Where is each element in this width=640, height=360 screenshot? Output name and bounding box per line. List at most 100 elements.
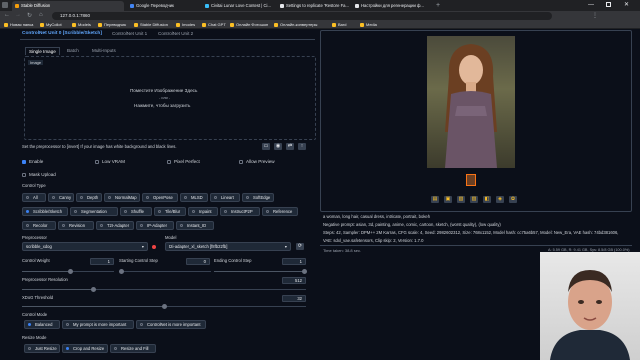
refresh-models-icon[interactable]: ⟳ [296,243,304,250]
bookmark-item[interactable]: Stable Diffusion [134,22,168,28]
preprocessor-select[interactable]: scribble_xdog ▾ [22,242,148,251]
generated-image[interactable] [427,36,515,168]
control-type-tile-blur[interactable]: Tile/Blur [154,207,186,216]
control-weight-slider[interactable] [22,269,114,274]
control-type-mlsd[interactable]: MLSD [180,193,208,202]
tab-multi-inputs[interactable]: Multi-Inputs [92,48,116,53]
forward-icon[interactable]: → [15,12,21,18]
run-preprocessor-icon[interactable] [152,245,156,249]
bookmark-item[interactable]: Переводчик [98,22,126,28]
back-icon[interactable]: ← [4,12,10,18]
slider-knob[interactable] [68,269,73,274]
bookmark-item[interactable]: Chat GPT [202,22,226,28]
control-mode-prompt[interactable]: My prompt is more important [62,320,134,329]
browser-tab-4[interactable]: Settings to replicate 'Restore Fa... [277,1,349,11]
send-to-img2img-icon[interactable]: ▨ [470,196,478,203]
control-type-softedge[interactable]: SoftEdge [242,193,274,202]
control-type-canny[interactable]: Canny [48,193,74,202]
thumbnail-image[interactable] [466,174,476,186]
minimize-icon[interactable]: — [588,1,594,10]
model-select[interactable]: t2i-adapter_xl_sketch [f8fb22fb] ▾ [165,242,291,251]
window-menu-icon[interactable] [2,2,8,8]
slider-knob[interactable] [302,269,307,274]
resize-mode-text: Crop and Resize [73,346,105,351]
save-icon[interactable]: ▣ [444,196,452,203]
control-mode-controlnet[interactable]: ControlNet is more important [136,320,206,329]
tab-controlnet-unit-2[interactable]: ControlNet Unit 2 [158,31,193,36]
control-type-lineart[interactable]: Lineart [210,193,240,202]
new-canvas-icon[interactable]: ▭ [262,143,270,150]
xdog-threshold-input[interactable]: 32 [282,295,306,302]
slider-knob[interactable] [119,269,124,274]
tab-batch[interactable]: Batch [67,48,79,53]
bookmark-item[interactable]: Онлайн-конвертеры [274,22,317,28]
bookmark-item[interactable]: Media [360,22,377,28]
control-weight-input[interactable]: 1 [90,258,114,265]
maximize-icon[interactable] [606,2,611,7]
control-type-instructp2p[interactable]: InstructP2P [220,207,260,216]
close-icon[interactable]: ✕ [624,1,629,10]
control-type-inpaint[interactable]: Inpaint [188,207,218,216]
tab-single-image[interactable]: Single Image [25,47,60,55]
browser-tab-1[interactable]: Stable Diffusion [12,1,124,11]
browser-tab-5[interactable]: Настройки для регенерации ф... [352,1,432,11]
starting-step-slider[interactable] [119,269,211,274]
camera-icon[interactable]: ◉ [274,143,282,150]
output-negative-prompt: Negative prompt: asian, 3d, painting, an… [323,222,501,227]
new-tab-icon[interactable]: + [436,1,440,10]
zip-icon[interactable]: ▧ [457,196,465,203]
radio-icon [74,210,77,213]
extensions-icon[interactable]: ⋮ [592,12,598,19]
control-type-revision[interactable]: Revision [58,221,94,230]
control-type-ip-adapter[interactable]: IP-Adapter [136,221,174,230]
ending-step-slider[interactable] [214,269,307,274]
resize-mode-just-resize[interactable]: Just Resize [24,344,60,353]
bookmark-item[interactable]: MyCollot [40,22,62,28]
control-type-t2i-adapter[interactable]: T2I-Adapter [96,221,134,230]
starting-step-input[interactable]: 0 [186,258,210,265]
slider-knob[interactable] [91,287,96,292]
control-type-shuffle[interactable]: Shuffle [120,207,152,216]
bookmark-item[interactable]: Models [72,22,91,28]
control-type-all[interactable]: All [22,193,46,202]
open-folder-icon[interactable]: ▤ [431,196,439,203]
control-type-openpose[interactable]: OpenPose [142,193,178,202]
send-to-inpaint-icon[interactable]: ◧ [483,196,491,203]
control-type-reference[interactable]: Reference [262,207,298,216]
reload-icon[interactable]: ↻ [27,12,32,19]
palette-icon[interactable]: ✿ [509,196,517,203]
bookmark-item[interactable]: Онлайн Фотошоп [230,22,268,28]
low-vram-checkbox[interactable] [95,160,99,164]
enable-checkbox[interactable] [22,160,26,164]
browser-tab-2[interactable]: Google Переводчик [127,1,199,11]
bookmark-item[interactable]: Bard [332,22,346,28]
control-type-label: MLSD [191,195,203,200]
browser-tab-3[interactable]: Civitai Lunar Love Contest | Ci... [202,1,274,11]
control-mode-balanced[interactable]: Balanced [24,320,60,329]
bookmark-item[interactable]: Imodes [176,22,195,28]
xdog-threshold-slider[interactable] [22,304,306,309]
mask-upload-checkbox[interactable] [22,173,26,177]
home-icon[interactable]: ⌂ [39,12,43,18]
allow-preview-checkbox[interactable] [239,160,243,164]
control-type-recolor[interactable]: Recolor [22,221,56,230]
pixel-perfect-checkbox[interactable] [167,160,171,164]
bookmark-item[interactable]: Новая папка [4,22,33,28]
control-type-instant-id[interactable]: Instant_ID [176,221,214,230]
send-dimensions-icon[interactable]: ↑ [298,143,306,150]
slider-knob[interactable] [162,304,167,309]
resize-mode-crop[interactable]: Crop and Resize [62,344,108,353]
resize-mode-fill[interactable]: Resize and Fill [110,344,156,353]
preprocessor-resolution-input[interactable]: 512 [282,277,306,284]
send-to-extras-icon[interactable]: ◈ [496,196,504,203]
control-type-scribble[interactable]: Scribble/Sketch [22,207,68,216]
preprocessor-resolution-slider[interactable] [22,287,306,292]
address-bar[interactable]: 127.0.0.1:7860 [52,12,552,20]
control-type-depth[interactable]: Depth [76,193,102,202]
control-type-normalmap[interactable]: NormalMap [104,193,140,202]
swap-icon[interactable]: ⇄ [286,143,294,150]
ending-step-input[interactable]: 1 [282,258,306,265]
tab-controlnet-unit-1[interactable]: ControlNet Unit 1 [112,31,147,36]
controlnet-unit-header[interactable]: ControlNet Unit 0 [Scribble/Sketch] [22,31,102,36]
control-type-segmentation[interactable]: Segmentation [70,207,118,216]
